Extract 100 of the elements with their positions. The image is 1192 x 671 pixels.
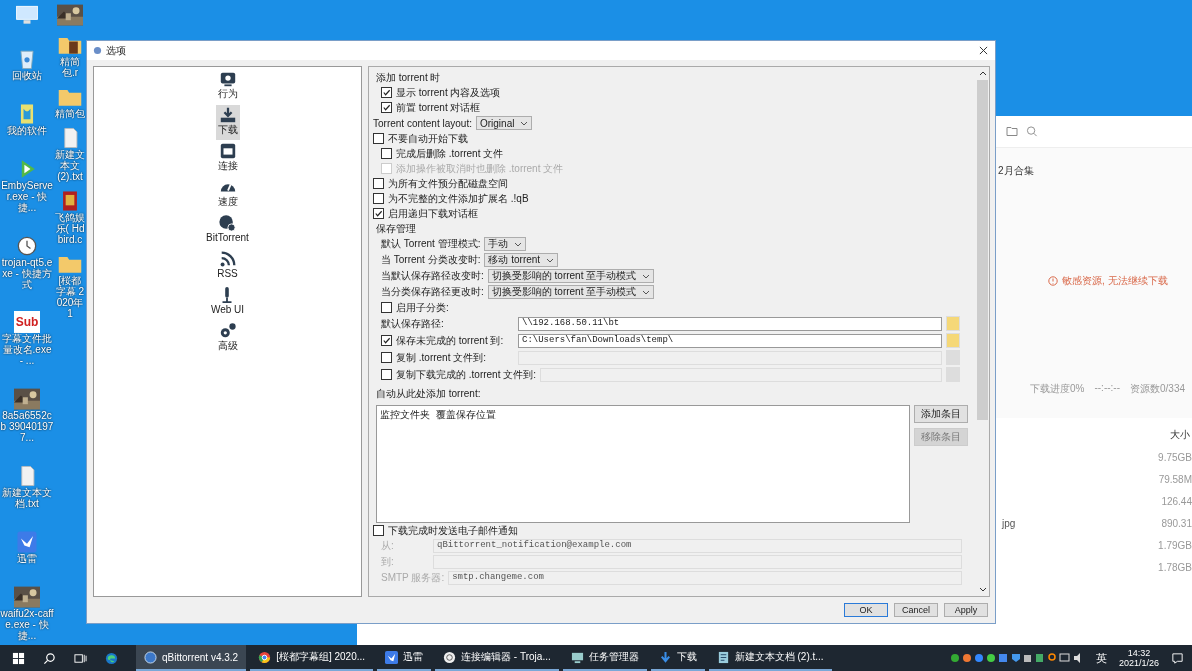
taskbar-app[interactable]: 连接编辑器 - Troja...: [435, 645, 559, 671]
checkbox[interactable]: [381, 302, 392, 313]
checkbox-label: 下载完成时发送电子邮件通知: [388, 523, 518, 538]
category-item[interactable]: 行为: [215, 69, 240, 104]
category-item[interactable]: 高级: [215, 321, 240, 356]
file-name: jpg: [1002, 517, 1016, 529]
taskbar-app[interactable]: 新建文本文档 (2).t...: [708, 645, 832, 671]
file-size: 126.44: [1161, 495, 1192, 507]
checkbox[interactable]: [373, 525, 384, 536]
icon-label: 飞鸽娱乐( Hdbird.c: [55, 212, 85, 245]
checkbox[interactable]: [381, 369, 392, 380]
checkbox[interactable]: [381, 87, 392, 98]
field-label: 当分类保存路径更改时:: [381, 285, 484, 299]
scrollbar-thumb[interactable]: [977, 80, 988, 420]
input-method-indicator[interactable]: 英: [1095, 650, 1107, 666]
field-label: 默认保存路径:: [381, 316, 444, 331]
path-field[interactable]: C:\Users\fan\Downloads\temp\: [518, 333, 942, 348]
notification-icon[interactable]: [1171, 651, 1184, 665]
dropdown[interactable]: 手动: [484, 237, 527, 251]
field-label: 当 Torrent 分类改变时:: [381, 253, 481, 267]
arrow-icon: [658, 650, 672, 664]
category-item[interactable]: Web UI: [208, 285, 247, 320]
taskbar-app[interactable]: 下载: [650, 645, 705, 671]
checkbox-label: 添加操作被取消时也删除 .torrent 文件: [396, 161, 564, 176]
checkbox-label: 完成后删除 .torrent 文件: [396, 146, 504, 161]
icon-label: waifu2x-caff e.exe - 快捷...: [0, 607, 54, 641]
dialog-button[interactable]: Apply: [944, 602, 988, 617]
path-field[interactable]: \\192.168.50.11\bt: [518, 316, 942, 331]
dialog-button[interactable]: Cancel: [894, 602, 938, 617]
dropdown[interactable]: 切换受影响的 torrent 至手动模式: [487, 285, 655, 299]
checkbox[interactable]: [373, 208, 384, 219]
connection-icon: [218, 142, 237, 160]
close-icon[interactable]: [979, 46, 988, 55]
checkbox[interactable]: [381, 352, 392, 363]
checkbox[interactable]: [381, 102, 392, 113]
checkbox[interactable]: [381, 148, 392, 159]
field-label: 保存未完成的 torrent 到:: [396, 333, 504, 348]
icon-label: EmbyServer.exe - 快捷...: [0, 179, 54, 213]
icon-label: 精简包: [55, 108, 85, 119]
caret-icon: [546, 257, 555, 263]
app-icon[interactable]: Sub: [14, 311, 40, 334]
scroll-down-icon[interactable]: [978, 587, 987, 592]
computer-icon[interactable]: [14, 4, 40, 26]
icon-label: 我的软件: [6, 124, 48, 136]
caret-icon: [514, 241, 523, 247]
checkbox-label: 不要自动开始下载: [388, 131, 468, 146]
advanced-icon: [218, 322, 237, 340]
column-header[interactable]: 监控文件夹: [380, 408, 430, 422]
dropdown[interactable]: Original: [475, 116, 533, 130]
notepad-icon: [716, 650, 730, 664]
checkbox-label: 前置 torrent 对话框: [396, 100, 481, 115]
field-label: 从:: [381, 539, 395, 553]
icon-label: 回收站: [11, 69, 43, 81]
browser-icon[interactable]: [105, 651, 118, 665]
start-icon[interactable]: [12, 651, 25, 665]
clock-date: 2021/1/26: [1118, 658, 1159, 668]
warning-message: 敏感资源, 无法继续下载: [1062, 274, 1168, 288]
behavior-icon: [218, 70, 237, 88]
icon-label: 新建文本文档.txt: [1, 487, 53, 510]
checkbox[interactable]: [381, 335, 392, 346]
dropdown[interactable]: 移动 torrent: [484, 253, 559, 267]
scroll-up-icon[interactable]: [978, 71, 987, 76]
monitor-icon: [570, 650, 584, 664]
checkbox[interactable]: [373, 178, 384, 189]
bird-icon[interactable]: [14, 531, 40, 553]
category-item[interactable]: RSS: [215, 249, 240, 284]
caret-icon: [520, 120, 529, 126]
icon-label: [桜都字幕 2020年1: [55, 275, 85, 319]
category-item[interactable]: 下载: [215, 105, 240, 140]
list-button[interactable]: 添加条目: [914, 405, 968, 423]
task-view-icon[interactable]: [74, 651, 87, 665]
checkbox[interactable]: [373, 193, 384, 204]
checkbox-label: 显示 torrent 内容及选项: [396, 85, 501, 100]
taskbar-app[interactable]: qBittorrent v4.3.2: [136, 645, 247, 671]
field-label: SMTP 服务器:: [381, 571, 445, 585]
dialog-button[interactable]: OK: [844, 602, 888, 617]
checkbox-label: 为不完整的文件添加扩展名 .!qB: [388, 191, 529, 206]
icon-label: 迅雷: [16, 553, 38, 564]
field-label: 当默认保存路径改变时:: [381, 269, 484, 283]
file-size: 79.58M: [1158, 473, 1192, 485]
search-icon[interactable]: [43, 651, 56, 665]
dropdown[interactable]: 切换受影响的 torrent 至手动模式: [487, 269, 655, 283]
category-item[interactable]: 速度: [215, 177, 240, 212]
app-icon: [93, 46, 102, 55]
category-item[interactable]: 连接: [215, 141, 240, 176]
taskbar-app[interactable]: 迅雷: [377, 645, 432, 671]
folder-icon[interactable]: [1006, 126, 1018, 137]
time-text: --:--:--: [1094, 382, 1120, 395]
taskbar-app[interactable]: 任务管理器: [562, 645, 647, 671]
icon-label: 8a5a6552cb 390401977...: [0, 410, 54, 444]
checkbox[interactable]: [373, 133, 384, 144]
column-header[interactable]: 覆盖保存位置: [436, 408, 496, 422]
taskbar-app[interactable]: [桜都字幕组] 2020...: [250, 645, 374, 671]
column-header: 大小: [1170, 428, 1190, 442]
bird-icon: [385, 650, 399, 664]
caret-icon: [642, 289, 651, 295]
field-label: Torrent content layout:: [373, 117, 472, 129]
group-title: 添加 torrent 时: [375, 70, 441, 85]
progress-text: 下载进度0%: [1030, 382, 1085, 396]
category-item[interactable]: BitTorrent: [204, 213, 251, 248]
